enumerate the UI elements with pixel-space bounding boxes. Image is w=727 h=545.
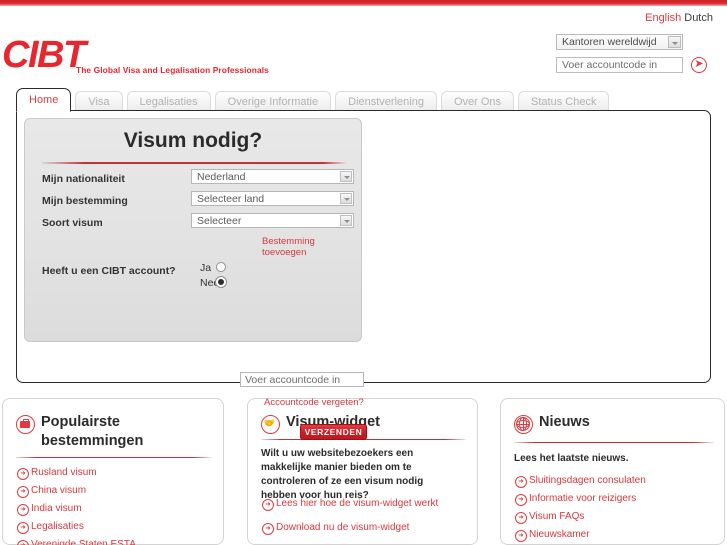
header-accountcode-input[interactable]: Voer accountcode in xyxy=(556,57,683,73)
tab-status-check[interactable]: Status Check xyxy=(518,91,610,112)
visa-request-form: Visum nodig? Mijn nationaliteit Nederlan… xyxy=(24,118,362,342)
globe-icon xyxy=(514,415,533,434)
label-nationality: Mijn nationaliteit xyxy=(42,173,125,185)
destination-select[interactable]: Selecteer land xyxy=(191,191,354,206)
language-link-english[interactable]: English xyxy=(645,12,681,24)
tab-over-ons[interactable]: Over Ons xyxy=(440,91,515,112)
cibt-logo[interactable]: CIBT xyxy=(2,36,86,74)
label-visa-type: Soort visum xyxy=(42,217,103,229)
language-switcher: English Dutch xyxy=(645,12,713,25)
tab-legalisaties[interactable]: Legalisaties xyxy=(126,91,211,112)
form-accountcode-placeholder: Voer accountcode in xyxy=(245,374,341,386)
main-content-box: Visum nodig? Mijn nationaliteit Nederlan… xyxy=(16,110,711,440)
briefcase-icon xyxy=(16,415,35,434)
logo-tagline: The Global Visa and Legalisation Profess… xyxy=(76,65,269,75)
destination-select-value: Selecteer land xyxy=(197,193,265,205)
handshake-icon: 🤝 xyxy=(261,415,280,434)
panel-divider xyxy=(514,442,714,444)
link-widget-download[interactable]: Download nu de visum-widget xyxy=(262,522,409,535)
submit-button[interactable]: VERZENDEN xyxy=(300,424,367,440)
link-rusland-visum[interactable]: Rusland visum xyxy=(17,467,97,480)
tab-dienstverlening[interactable]: Dienstverlening xyxy=(335,91,437,112)
form-title: Visum nodig? xyxy=(123,129,263,152)
link-india-visum[interactable]: India visum xyxy=(17,503,82,516)
top-accent-bar xyxy=(0,0,727,6)
header-accountcode-placeholder: Voer accountcode in xyxy=(562,59,658,71)
nationality-select-value: Nederland xyxy=(197,171,246,183)
link-legalisaties[interactable]: Legalisaties xyxy=(17,521,84,534)
panel-news: Nieuws Lees het laatste nieuws. Sluiting… xyxy=(500,398,725,545)
chevron-down-icon xyxy=(668,36,681,48)
language-link-dutch[interactable]: Dutch xyxy=(684,12,713,24)
tab-visa[interactable]: Visa xyxy=(75,91,123,112)
panel-divider xyxy=(16,457,212,459)
link-china-visum[interactable]: China visum xyxy=(17,485,86,498)
label-destination: Mijn bestemming xyxy=(42,195,128,207)
link-sluitingsdagen-consulaten[interactable]: Sluitingsdagen consulaten xyxy=(515,475,646,488)
link-verenigde-staten-esta[interactable]: Verenigde Staten ESTA xyxy=(17,539,136,545)
panel-title: Populairste bestemmingen xyxy=(41,414,144,449)
tab-home[interactable]: Home xyxy=(16,88,72,112)
form-accountcode-input[interactable]: Voer accountcode in xyxy=(240,372,364,387)
link-nieuwskamer[interactable]: Nieuwskamer xyxy=(515,529,590,542)
add-destination-link[interactable]: Bestemming toevoegen xyxy=(262,236,361,258)
panel-body-text: Wilt u uw websitebezoekers een makkelijk… xyxy=(261,448,424,501)
label-cibt-account: Heeft u een CIBT account? xyxy=(42,265,176,277)
main-navigation-tabs: Home Visa Legalisaties Overige Informati… xyxy=(16,88,613,112)
page-root: English Dutch Kantoren wereldwijd Voer a… xyxy=(0,0,727,545)
chevron-down-icon xyxy=(340,215,352,226)
link-informatie-voor-reizigers[interactable]: Informatie voor reizigers xyxy=(515,493,636,506)
tab-overige-informatie[interactable]: Overige Informatie xyxy=(214,91,332,112)
offices-worldwide-select-value: Kantoren wereldwijd xyxy=(562,36,657,48)
chevron-down-icon xyxy=(340,171,352,182)
radio-label-ja: Ja xyxy=(200,262,212,274)
panel-title: Nieuws xyxy=(539,414,590,430)
arrow-right-circle-icon[interactable]: ➤ xyxy=(691,57,707,73)
chevron-down-icon xyxy=(340,193,352,204)
form-title-divider xyxy=(42,162,347,164)
visa-type-select[interactable]: Selecteer xyxy=(191,213,354,228)
radio-account-nee[interactable] xyxy=(216,277,226,287)
link-visum-faqs[interactable]: Visum FAQs xyxy=(515,511,584,524)
offices-worldwide-select[interactable]: Kantoren wereldwijd xyxy=(556,34,683,50)
panel-body-text: Lees het laatste nieuws. xyxy=(514,453,629,464)
panel-visa-widget: 🤝 Visum-widget Wilt u uw websitebezoeker… xyxy=(247,398,478,545)
nationality-select[interactable]: Nederland xyxy=(191,169,354,184)
link-widget-how-it-works[interactable]: Lees hier hoe de visum-widget werkt xyxy=(262,498,438,511)
visa-type-select-value: Selecteer xyxy=(197,215,242,227)
forgot-accountcode-link[interactable]: Accountcode vergeten? xyxy=(264,397,364,408)
panel-popular-destinations: Populairste bestemmingen Rusland visum C… xyxy=(2,398,224,545)
radio-account-ja[interactable] xyxy=(216,262,226,272)
